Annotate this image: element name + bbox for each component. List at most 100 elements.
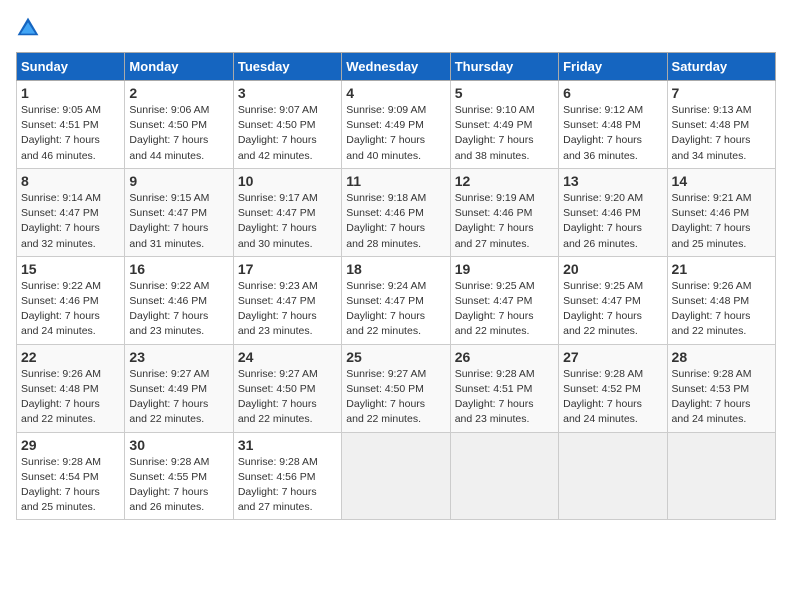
day-number: 10 — [238, 173, 337, 189]
day-info: Sunrise: 9:12 AMSunset: 4:48 PMDaylight:… — [563, 103, 662, 164]
col-header-saturday: Saturday — [667, 53, 775, 81]
day-number: 1 — [21, 85, 120, 101]
calendar-cell: 7 Sunrise: 9:13 AMSunset: 4:48 PMDayligh… — [667, 81, 775, 169]
day-number: 17 — [238, 261, 337, 277]
day-info: Sunrise: 9:28 AMSunset: 4:55 PMDaylight:… — [129, 455, 228, 516]
day-number: 4 — [346, 85, 445, 101]
day-info: Sunrise: 9:24 AMSunset: 4:47 PMDaylight:… — [346, 279, 445, 340]
week-row-3: 15 Sunrise: 9:22 AMSunset: 4:46 PMDaylig… — [17, 256, 776, 344]
day-number: 28 — [672, 349, 771, 365]
calendar-cell: 5 Sunrise: 9:10 AMSunset: 4:49 PMDayligh… — [450, 81, 558, 169]
calendar-cell — [342, 432, 450, 520]
day-number: 5 — [455, 85, 554, 101]
day-info: Sunrise: 9:26 AMSunset: 4:48 PMDaylight:… — [672, 279, 771, 340]
day-number: 13 — [563, 173, 662, 189]
calendar-cell: 15 Sunrise: 9:22 AMSunset: 4:46 PMDaylig… — [17, 256, 125, 344]
week-row-2: 8 Sunrise: 9:14 AMSunset: 4:47 PMDayligh… — [17, 168, 776, 256]
calendar-cell — [667, 432, 775, 520]
calendar-cell: 16 Sunrise: 9:22 AMSunset: 4:46 PMDaylig… — [125, 256, 233, 344]
day-info: Sunrise: 9:09 AMSunset: 4:49 PMDaylight:… — [346, 103, 445, 164]
calendar-cell: 28 Sunrise: 9:28 AMSunset: 4:53 PMDaylig… — [667, 344, 775, 432]
day-info: Sunrise: 9:25 AMSunset: 4:47 PMDaylight:… — [563, 279, 662, 340]
calendar-cell: 25 Sunrise: 9:27 AMSunset: 4:50 PMDaylig… — [342, 344, 450, 432]
day-info: Sunrise: 9:15 AMSunset: 4:47 PMDaylight:… — [129, 191, 228, 252]
day-info: Sunrise: 9:21 AMSunset: 4:46 PMDaylight:… — [672, 191, 771, 252]
calendar-cell — [559, 432, 667, 520]
day-number: 6 — [563, 85, 662, 101]
day-info: Sunrise: 9:20 AMSunset: 4:46 PMDaylight:… — [563, 191, 662, 252]
day-info: Sunrise: 9:27 AMSunset: 4:50 PMDaylight:… — [238, 367, 337, 428]
day-number: 20 — [563, 261, 662, 277]
day-info: Sunrise: 9:27 AMSunset: 4:49 PMDaylight:… — [129, 367, 228, 428]
day-info: Sunrise: 9:06 AMSunset: 4:50 PMDaylight:… — [129, 103, 228, 164]
day-info: Sunrise: 9:22 AMSunset: 4:46 PMDaylight:… — [21, 279, 120, 340]
day-number: 21 — [672, 261, 771, 277]
week-row-4: 22 Sunrise: 9:26 AMSunset: 4:48 PMDaylig… — [17, 344, 776, 432]
calendar-cell: 13 Sunrise: 9:20 AMSunset: 4:46 PMDaylig… — [559, 168, 667, 256]
calendar-cell: 11 Sunrise: 9:18 AMSunset: 4:46 PMDaylig… — [342, 168, 450, 256]
day-number: 26 — [455, 349, 554, 365]
day-info: Sunrise: 9:13 AMSunset: 4:48 PMDaylight:… — [672, 103, 771, 164]
day-info: Sunrise: 9:19 AMSunset: 4:46 PMDaylight:… — [455, 191, 554, 252]
calendar-cell: 14 Sunrise: 9:21 AMSunset: 4:46 PMDaylig… — [667, 168, 775, 256]
day-info: Sunrise: 9:28 AMSunset: 4:51 PMDaylight:… — [455, 367, 554, 428]
day-number: 23 — [129, 349, 228, 365]
logo — [16, 16, 44, 40]
day-number: 19 — [455, 261, 554, 277]
col-header-tuesday: Tuesday — [233, 53, 341, 81]
day-number: 14 — [672, 173, 771, 189]
calendar-cell: 23 Sunrise: 9:27 AMSunset: 4:49 PMDaylig… — [125, 344, 233, 432]
day-info: Sunrise: 9:17 AMSunset: 4:47 PMDaylight:… — [238, 191, 337, 252]
calendar-cell — [450, 432, 558, 520]
day-info: Sunrise: 9:10 AMSunset: 4:49 PMDaylight:… — [455, 103, 554, 164]
day-info: Sunrise: 9:26 AMSunset: 4:48 PMDaylight:… — [21, 367, 120, 428]
day-info: Sunrise: 9:05 AMSunset: 4:51 PMDaylight:… — [21, 103, 120, 164]
day-info: Sunrise: 9:23 AMSunset: 4:47 PMDaylight:… — [238, 279, 337, 340]
day-number: 30 — [129, 437, 228, 453]
day-number: 29 — [21, 437, 120, 453]
calendar-cell: 3 Sunrise: 9:07 AMSunset: 4:50 PMDayligh… — [233, 81, 341, 169]
day-number: 27 — [563, 349, 662, 365]
day-number: 7 — [672, 85, 771, 101]
col-header-friday: Friday — [559, 53, 667, 81]
col-header-thursday: Thursday — [450, 53, 558, 81]
day-info: Sunrise: 9:14 AMSunset: 4:47 PMDaylight:… — [21, 191, 120, 252]
calendar-cell: 30 Sunrise: 9:28 AMSunset: 4:55 PMDaylig… — [125, 432, 233, 520]
calendar-cell: 2 Sunrise: 9:06 AMSunset: 4:50 PMDayligh… — [125, 81, 233, 169]
logo-icon — [16, 16, 40, 40]
day-info: Sunrise: 9:27 AMSunset: 4:50 PMDaylight:… — [346, 367, 445, 428]
week-row-1: 1 Sunrise: 9:05 AMSunset: 4:51 PMDayligh… — [17, 81, 776, 169]
calendar-cell: 29 Sunrise: 9:28 AMSunset: 4:54 PMDaylig… — [17, 432, 125, 520]
calendar-cell: 19 Sunrise: 9:25 AMSunset: 4:47 PMDaylig… — [450, 256, 558, 344]
calendar-cell: 20 Sunrise: 9:25 AMSunset: 4:47 PMDaylig… — [559, 256, 667, 344]
day-number: 11 — [346, 173, 445, 189]
calendar-cell: 12 Sunrise: 9:19 AMSunset: 4:46 PMDaylig… — [450, 168, 558, 256]
day-info: Sunrise: 9:28 AMSunset: 4:54 PMDaylight:… — [21, 455, 120, 516]
calendar-cell: 21 Sunrise: 9:26 AMSunset: 4:48 PMDaylig… — [667, 256, 775, 344]
calendar-cell: 10 Sunrise: 9:17 AMSunset: 4:47 PMDaylig… — [233, 168, 341, 256]
day-info: Sunrise: 9:28 AMSunset: 4:52 PMDaylight:… — [563, 367, 662, 428]
calendar-cell: 6 Sunrise: 9:12 AMSunset: 4:48 PMDayligh… — [559, 81, 667, 169]
day-number: 22 — [21, 349, 120, 365]
calendar-cell: 22 Sunrise: 9:26 AMSunset: 4:48 PMDaylig… — [17, 344, 125, 432]
col-header-monday: Monday — [125, 53, 233, 81]
day-info: Sunrise: 9:28 AMSunset: 4:56 PMDaylight:… — [238, 455, 337, 516]
calendar-cell: 31 Sunrise: 9:28 AMSunset: 4:56 PMDaylig… — [233, 432, 341, 520]
day-number: 18 — [346, 261, 445, 277]
calendar-cell: 8 Sunrise: 9:14 AMSunset: 4:47 PMDayligh… — [17, 168, 125, 256]
column-headers: SundayMondayTuesdayWednesdayThursdayFrid… — [17, 53, 776, 81]
calendar-cell: 18 Sunrise: 9:24 AMSunset: 4:47 PMDaylig… — [342, 256, 450, 344]
day-number: 9 — [129, 173, 228, 189]
week-row-5: 29 Sunrise: 9:28 AMSunset: 4:54 PMDaylig… — [17, 432, 776, 520]
day-info: Sunrise: 9:25 AMSunset: 4:47 PMDaylight:… — [455, 279, 554, 340]
calendar-cell: 4 Sunrise: 9:09 AMSunset: 4:49 PMDayligh… — [342, 81, 450, 169]
day-info: Sunrise: 9:18 AMSunset: 4:46 PMDaylight:… — [346, 191, 445, 252]
col-header-sunday: Sunday — [17, 53, 125, 81]
header — [16, 16, 776, 40]
day-number: 31 — [238, 437, 337, 453]
calendar-cell: 1 Sunrise: 9:05 AMSunset: 4:51 PMDayligh… — [17, 81, 125, 169]
day-number: 8 — [21, 173, 120, 189]
calendar-cell: 9 Sunrise: 9:15 AMSunset: 4:47 PMDayligh… — [125, 168, 233, 256]
calendar-cell: 27 Sunrise: 9:28 AMSunset: 4:52 PMDaylig… — [559, 344, 667, 432]
day-number: 24 — [238, 349, 337, 365]
